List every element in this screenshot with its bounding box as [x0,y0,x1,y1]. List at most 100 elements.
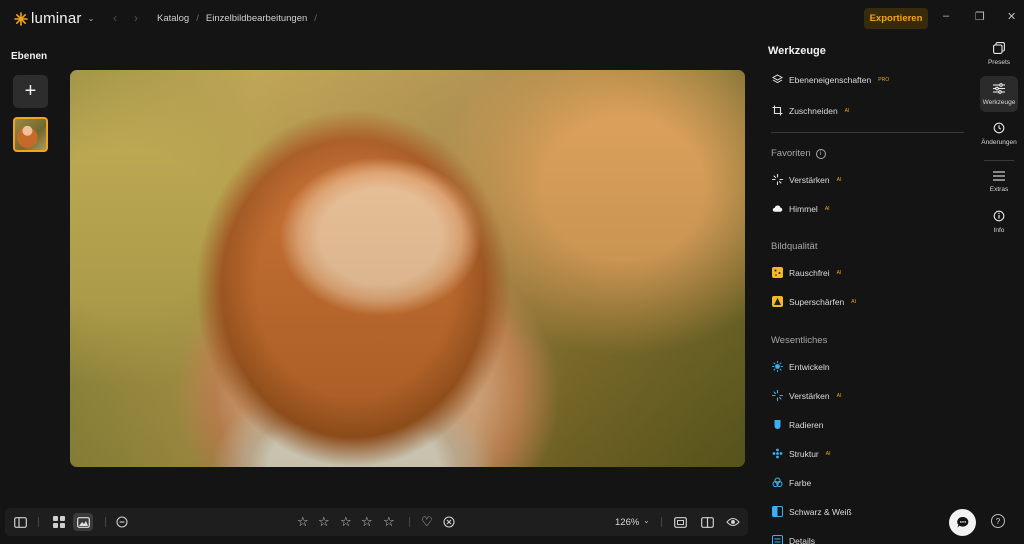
layer-thumbnail[interactable] [13,117,48,152]
toolbar-divider [105,517,106,527]
breadcrumb-single-edits[interactable]: Einzelbildbearbeitungen [206,13,307,24]
help-icon[interactable]: ? [991,514,1005,528]
sun-logo-icon [14,11,28,26]
breadcrumb: Katalog / Einzelbildbearbeitungen / [157,13,317,24]
reject-icon[interactable] [113,513,131,531]
color-icon [772,477,783,488]
toggle-sidebar-icon[interactable] [11,513,29,531]
preview-eye-icon[interactable] [724,513,742,531]
tools-divider [771,132,964,133]
sparkle-icon [772,390,783,401]
tool-enhance-essentials[interactable]: Verstärken AI [772,390,841,401]
favorite-heart-icon[interactable]: ♡ [421,514,433,530]
tool-enhance[interactable]: Verstärken AI [772,174,841,185]
tool-layer-properties[interactable]: Ebeneneigenschaften PRO [772,74,889,85]
tool-label: Zuschneiden [789,105,838,116]
rail-divider [984,160,1014,161]
rating-star-2-icon[interactable]: ☆ [318,514,330,530]
fit-screen-icon[interactable] [671,513,689,531]
info-icon[interactable]: i [815,148,826,159]
tool-label: Ebeneneigenschaften [789,74,872,85]
rating-star-3-icon[interactable]: ☆ [340,514,352,530]
section-essentials: Wesentliches [771,335,828,346]
breadcrumb-separator: / [314,13,317,24]
rail-history[interactable]: Änderungen [980,116,1018,152]
rating-star-4-icon[interactable]: ☆ [361,514,373,530]
chevron-down-icon[interactable]: ⌄ [88,14,95,23]
eraser-icon [772,419,783,430]
rail-tools[interactable]: Werkzeuge [980,76,1018,112]
sharpen-icon [772,296,783,307]
photo-overlay [70,70,745,467]
tool-label: Struktur [789,448,819,459]
tool-label: Verstärken [789,174,830,185]
rail-extras[interactable]: Extras [980,164,1018,200]
tool-label: Schwarz & Weiß [789,506,852,517]
forward-arrow-icon[interactable]: › [134,11,138,25]
tool-erase[interactable]: Radieren [772,419,824,430]
photo-canvas[interactable] [70,70,745,467]
tool-sky[interactable]: Himmel AI [772,203,830,214]
tool-details[interactable]: Details [772,535,815,544]
rail-info[interactable]: Info [980,204,1018,240]
tool-label: Entwickeln [789,361,830,372]
tool-label: Details [789,535,815,544]
tool-label: Himmel [789,203,818,214]
structure-icon [772,448,783,459]
pro-badge: PRO [878,76,890,83]
section-image-quality: Bildqualität [771,241,818,252]
cloud-icon [772,203,783,214]
rail-presets[interactable]: Presets [980,36,1018,72]
back-arrow-icon[interactable]: ‹ [113,11,117,25]
toolbar-divider [661,517,662,527]
tool-supersharp[interactable]: Superschärfen AI [772,296,856,307]
presets-icon [993,42,1005,56]
layers-title: Ebenen [11,51,48,62]
tool-black-white[interactable]: Schwarz & Weiß [772,506,852,517]
zoom-chevron-icon[interactable]: ⌄ [643,516,650,525]
tool-label: Superschärfen [789,296,845,307]
chat-bubble-icon [956,516,968,528]
compare-icon[interactable] [698,513,716,531]
ai-badge: AI [824,205,830,212]
right-rail: Presets Werkzeuge Änderungen Extras Info [978,36,1024,544]
tool-structure[interactable]: Struktur AI [772,448,831,459]
minimize-icon[interactable]: – [943,10,949,22]
history-icon [993,122,1005,136]
close-icon[interactable]: ✕ [1007,10,1016,23]
tool-label: Radieren [789,419,824,430]
export-button[interactable]: Exportieren [864,8,928,29]
rating-star-5-icon[interactable]: ☆ [383,514,395,530]
tools-panel: Werkzeuge Ebeneneigenschaften PRO Zuschn… [762,36,970,544]
grid-view-icon[interactable] [50,513,68,531]
tool-color[interactable]: Farbe [772,477,811,488]
bottom-toolbar: ☆ ☆ ☆ ☆ ☆ ♡ 126% ⌄ [5,508,748,536]
tool-develop[interactable]: Entwickeln [772,361,830,372]
tool-crop[interactable]: Zuschneiden AI [772,105,849,116]
noise-icon [772,267,783,278]
chat-assistant-button[interactable] [949,509,976,536]
ai-badge: AI [836,176,842,183]
ai-badge: AI [825,450,831,457]
section-title: Favoriten [771,148,811,159]
reject-flag-icon[interactable] [440,513,458,531]
crop-icon [772,105,783,116]
add-layer-button[interactable]: + [13,75,48,108]
rating-star-1-icon[interactable]: ☆ [297,514,309,530]
breadcrumb-separator: / [196,13,199,24]
tool-noiseless[interactable]: Rauschfrei AI [772,267,841,278]
app-logo[interactable]: luminar ⌄ [14,10,94,27]
info-icon [993,210,1005,224]
toolbar-divider [409,517,410,527]
single-image-view-icon[interactable] [73,513,93,531]
details-icon [772,535,783,544]
rail-label: Werkzeuge [982,98,1016,106]
bw-icon [772,506,783,517]
restore-icon[interactable]: ❐ [975,10,985,23]
app-name: luminar [31,10,82,27]
zoom-level[interactable]: 126% [615,517,639,528]
tools-title: Werkzeuge [768,45,826,57]
rail-label: Presets [987,59,1011,66]
breadcrumb-catalog[interactable]: Katalog [157,13,189,24]
tool-label: Verstärken [789,390,830,401]
